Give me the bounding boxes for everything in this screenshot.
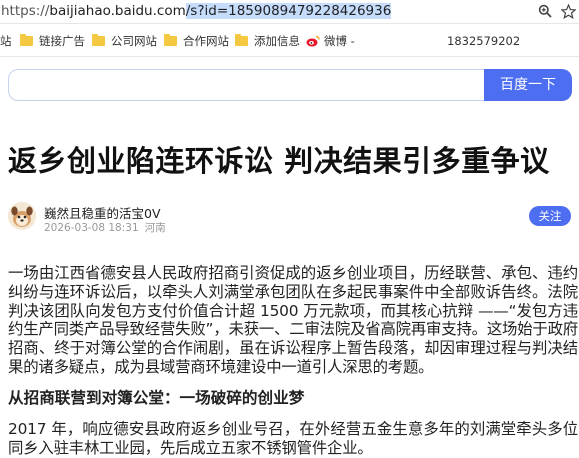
folder-icon (92, 34, 105, 46)
search-button[interactable]: 百度一下 (484, 69, 572, 101)
bookmark-item[interactable]: 合作网站 (164, 33, 229, 49)
bookmark-item[interactable]: 链接广告 (20, 33, 85, 49)
follow-button[interactable]: 关注 (529, 206, 571, 226)
url-prefix: https:// (1, 3, 50, 19)
bookmark-item[interactable]: 添加信息 (235, 33, 300, 49)
bookmark-label: 添加信息 (254, 34, 300, 48)
bookmark-label: 链接广告 (39, 34, 85, 48)
url-path: /s?id=1859089479228426936 (185, 3, 392, 19)
bookmark-item[interactable]: 公司网站 (92, 33, 157, 49)
article-paragraph: 2017 年，响应德安县政府返乡创业号召，在外经营五金生意多年的刘满堂牵头多位同… (8, 420, 578, 457)
article-title: 返乡创业陷连环诉讼 判决结果引多重争议 (8, 144, 550, 178)
url-field[interactable]: https://baijiahao.baidu.com/s?id=1859089… (1, 2, 392, 20)
bookmark-item[interactable]: 微博 - (306, 33, 355, 49)
publish-location: 河南 (144, 222, 166, 234)
folder-icon (235, 34, 248, 46)
publish-date: 2026-03-08 18:31 (44, 222, 139, 234)
avatar[interactable] (8, 202, 36, 230)
bookmark-label: 1832579202 (447, 34, 521, 48)
avatar-icon (8, 202, 36, 230)
bookmark-item[interactable]: 站 (0, 33, 12, 49)
weibo-icon (306, 35, 320, 47)
star-icon[interactable] (559, 2, 577, 20)
article-paragraph: 一场由江西省德安县人民政府招商引资促成的返乡创业项目，历经联营、承包、违约纠纷与… (8, 264, 578, 376)
article-subheading: 从招商联营到对簿公堂：一场破碎的创业梦 (8, 389, 305, 407)
article-meta: 2026-03-08 18:31 河南 (44, 220, 166, 235)
bookmark-label: 微博 - (324, 34, 355, 48)
bookmark-item[interactable]: 1832579202 (447, 33, 520, 49)
bookmark-label: 站 (0, 34, 12, 48)
url-host: baijiahao.baidu.com (49, 3, 186, 19)
address-bar[interactable]: https://baijiahao.baidu.com/s?id=1859089… (0, 0, 579, 24)
folder-icon (20, 34, 33, 46)
bookmarks-bar: 站 链接广告 公司网站 合作网站 添加信息 微博 - 1832579202 (0, 24, 579, 57)
search-icon[interactable] (536, 2, 554, 20)
bookmark-label: 合作网站 (183, 34, 229, 48)
search-input[interactable] (8, 69, 484, 101)
folder-icon (164, 34, 177, 46)
bookmark-label: 公司网站 (111, 34, 157, 48)
